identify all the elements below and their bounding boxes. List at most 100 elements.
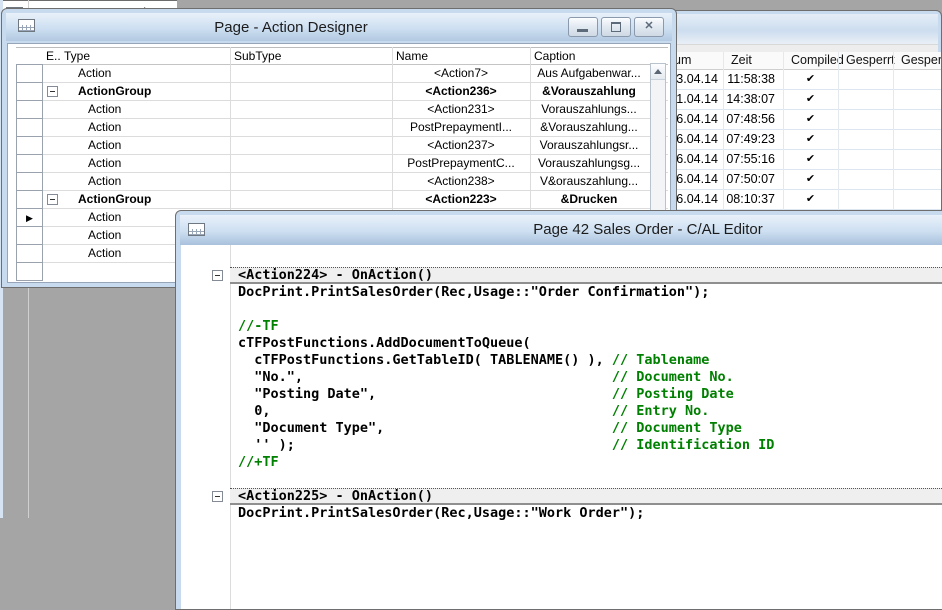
- action-row[interactable]: Action <Action237> Vorauszahlungsr...: [16, 137, 668, 155]
- name-cell[interactable]: <Action223>: [392, 191, 530, 207]
- col-header-compiled[interactable]: Compiled: [791, 52, 844, 69]
- col-header-gesperrt[interactable]: Gesperrt: [846, 52, 895, 69]
- action-row[interactable]: Action <Action231> Vorauszahlungs...: [16, 101, 668, 119]
- collapse-icon[interactable]: [212, 270, 223, 281]
- row-selector[interactable]: [16, 64, 43, 83]
- col-header-name[interactable]: Name: [396, 48, 428, 64]
- action-designer-titlebar[interactable]: Page - Action Designer ✕: [6, 13, 672, 41]
- cal-editor-window: Page 42 Sales Order - C/AL Editor <Actio…: [175, 210, 942, 610]
- version-row[interactable]: 6.04.1407:48:56✔: [670, 110, 941, 130]
- code-line: "Posting Date", // Posting Date: [181, 386, 942, 403]
- action-row[interactable]: Action <Action238> V&orauszahlung...: [16, 173, 668, 191]
- compiled-check-icon: ✔: [783, 170, 838, 189]
- caption-cell[interactable]: Vorauszahlungsg...: [530, 155, 648, 171]
- row-selector[interactable]: [16, 118, 43, 137]
- compiled-check-icon: ✔: [783, 90, 838, 109]
- caption-cell[interactable]: Aus Aufgabenwar...: [530, 65, 648, 81]
- row-selector[interactable]: [16, 100, 43, 119]
- type-cell[interactable]: ActionGroup: [62, 191, 244, 207]
- code-line: DocPrint.PrintSalesOrder(Rec,Usage::"Wor…: [181, 505, 942, 522]
- function-header: <Action225> - OnAction(): [230, 488, 942, 505]
- row-selector[interactable]: [16, 226, 43, 245]
- name-cell[interactable]: PostPrepaymentI...: [392, 119, 530, 135]
- code-line: //+TF: [181, 454, 942, 471]
- type-cell[interactable]: Action: [62, 173, 254, 189]
- minimize-button[interactable]: [568, 17, 598, 37]
- name-cell[interactable]: <Action231>: [392, 101, 530, 117]
- background-window-titlebar[interactable]: [668, 14, 938, 44]
- row-selector[interactable]: [16, 262, 43, 281]
- window-title: Page 42 Sales Order - C/AL Editor: [180, 221, 942, 238]
- collapse-icon[interactable]: [212, 491, 223, 502]
- code-line: cTFPostFunctions.AddDocumentToQueue(: [181, 335, 942, 352]
- caption-cell[interactable]: &Drucken: [530, 191, 648, 207]
- row-selector[interactable]: [16, 172, 43, 191]
- close-icon: ✕: [635, 19, 663, 32]
- caption-cell[interactable]: V&orauszahlung...: [530, 173, 648, 189]
- row-selector[interactable]: [16, 82, 43, 101]
- action-row[interactable]: Action PostPrepaymentI... &Vorauszahlung…: [16, 119, 668, 137]
- caption-cell[interactable]: &Vorauszahlung...: [530, 119, 648, 135]
- row-selector[interactable]: [16, 244, 43, 263]
- time-cell: 07:48:56: [723, 110, 775, 129]
- caption-cell[interactable]: Vorauszahlungsr...: [530, 137, 648, 153]
- function-header-row[interactable]: <Action225> - OnAction(): [181, 488, 942, 505]
- row-selector[interactable]: [16, 190, 43, 209]
- code-line: "No.", // Document No.: [181, 369, 942, 386]
- col-header-gesperrt-von[interactable]: Gesperrt v: [901, 52, 941, 69]
- time-cell: 07:49:23: [723, 130, 775, 149]
- col-header-zeit[interactable]: Zeit: [731, 52, 752, 69]
- maximize-button[interactable]: [601, 17, 631, 37]
- scroll-up-button[interactable]: [651, 64, 665, 80]
- type-cell[interactable]: Action: [62, 101, 254, 117]
- type-cell[interactable]: ActionGroup: [62, 83, 244, 99]
- col-header-subtype[interactable]: SubType: [234, 48, 281, 64]
- designer-table-header: E.. Type SubType Name Caption: [16, 47, 668, 65]
- col-header-expand[interactable]: E..: [46, 48, 61, 64]
- collapse-icon[interactable]: [47, 86, 58, 97]
- code-line: //-TF: [181, 318, 942, 335]
- type-cell[interactable]: Action: [62, 119, 254, 135]
- cal-editor-titlebar[interactable]: Page 42 Sales Order - C/AL Editor: [180, 215, 942, 245]
- code-line: '' ); // Identification ID: [181, 437, 942, 454]
- compiled-check-icon: ✔: [783, 190, 838, 209]
- action-row[interactable]: Action PostPrepaymentC... Vorauszahlungs…: [16, 155, 668, 173]
- version-row[interactable]: 3.04.1411:58:38✔: [670, 70, 941, 90]
- version-row[interactable]: 6.04.1408:10:37✔: [670, 190, 941, 210]
- type-cell[interactable]: Action: [62, 65, 244, 81]
- col-header-caption[interactable]: Caption: [534, 48, 575, 64]
- code-line: DocPrint.PrintSalesOrder(Rec,Usage::"Ord…: [181, 284, 942, 301]
- name-cell[interactable]: <Action236>: [392, 83, 530, 99]
- name-cell[interactable]: <Action238>: [392, 173, 530, 189]
- name-cell[interactable]: <Action7>: [392, 65, 530, 81]
- time-cell: 07:50:07: [723, 170, 775, 189]
- action-group-row[interactable]: ActionGroup <Action236> &Vorauszahlung: [16, 83, 668, 101]
- code-line: 0, // Entry No.: [181, 403, 942, 420]
- type-cell[interactable]: Action: [62, 155, 254, 171]
- caption-cell[interactable]: Vorauszahlungs...: [530, 101, 648, 117]
- function-header-row[interactable]: <Action224> - OnAction(): [181, 267, 942, 284]
- col-header-type[interactable]: Type: [64, 48, 90, 64]
- time-cell: 07:55:16: [723, 150, 775, 169]
- function-header: <Action224> - OnAction(): [230, 267, 942, 284]
- type-cell[interactable]: Action: [62, 137, 254, 153]
- version-row[interactable]: 6.04.1407:50:07✔: [670, 170, 941, 190]
- code-line: "Document Type", // Document Type: [181, 420, 942, 437]
- action-group-row[interactable]: ActionGroup <Action223> &Drucken: [16, 191, 668, 209]
- name-cell[interactable]: PostPrepaymentC...: [392, 155, 530, 171]
- version-row[interactable]: 1.04.1414:38:07✔: [670, 90, 941, 110]
- compiled-check-icon: ✔: [783, 110, 838, 129]
- version-row[interactable]: 6.04.1407:49:23✔: [670, 130, 941, 150]
- caption-cell[interactable]: &Vorauszahlung: [530, 83, 648, 99]
- action-row[interactable]: Action <Action7> Aus Aufgabenwar...: [16, 65, 668, 83]
- row-selector[interactable]: [16, 154, 43, 173]
- row-selector[interactable]: [16, 136, 43, 155]
- code-editor-area[interactable]: <Action224> - OnAction() DocPrint.PrintS…: [181, 245, 942, 609]
- compiled-check-icon: ✔: [783, 150, 838, 169]
- collapse-icon[interactable]: [47, 194, 58, 205]
- row-selector[interactable]: ▶: [16, 208, 43, 227]
- close-button[interactable]: ✕: [634, 17, 664, 37]
- name-cell[interactable]: <Action237>: [392, 137, 530, 153]
- version-row[interactable]: 6.04.1407:55:16✔: [670, 150, 941, 170]
- time-cell: 14:38:07: [723, 90, 775, 109]
